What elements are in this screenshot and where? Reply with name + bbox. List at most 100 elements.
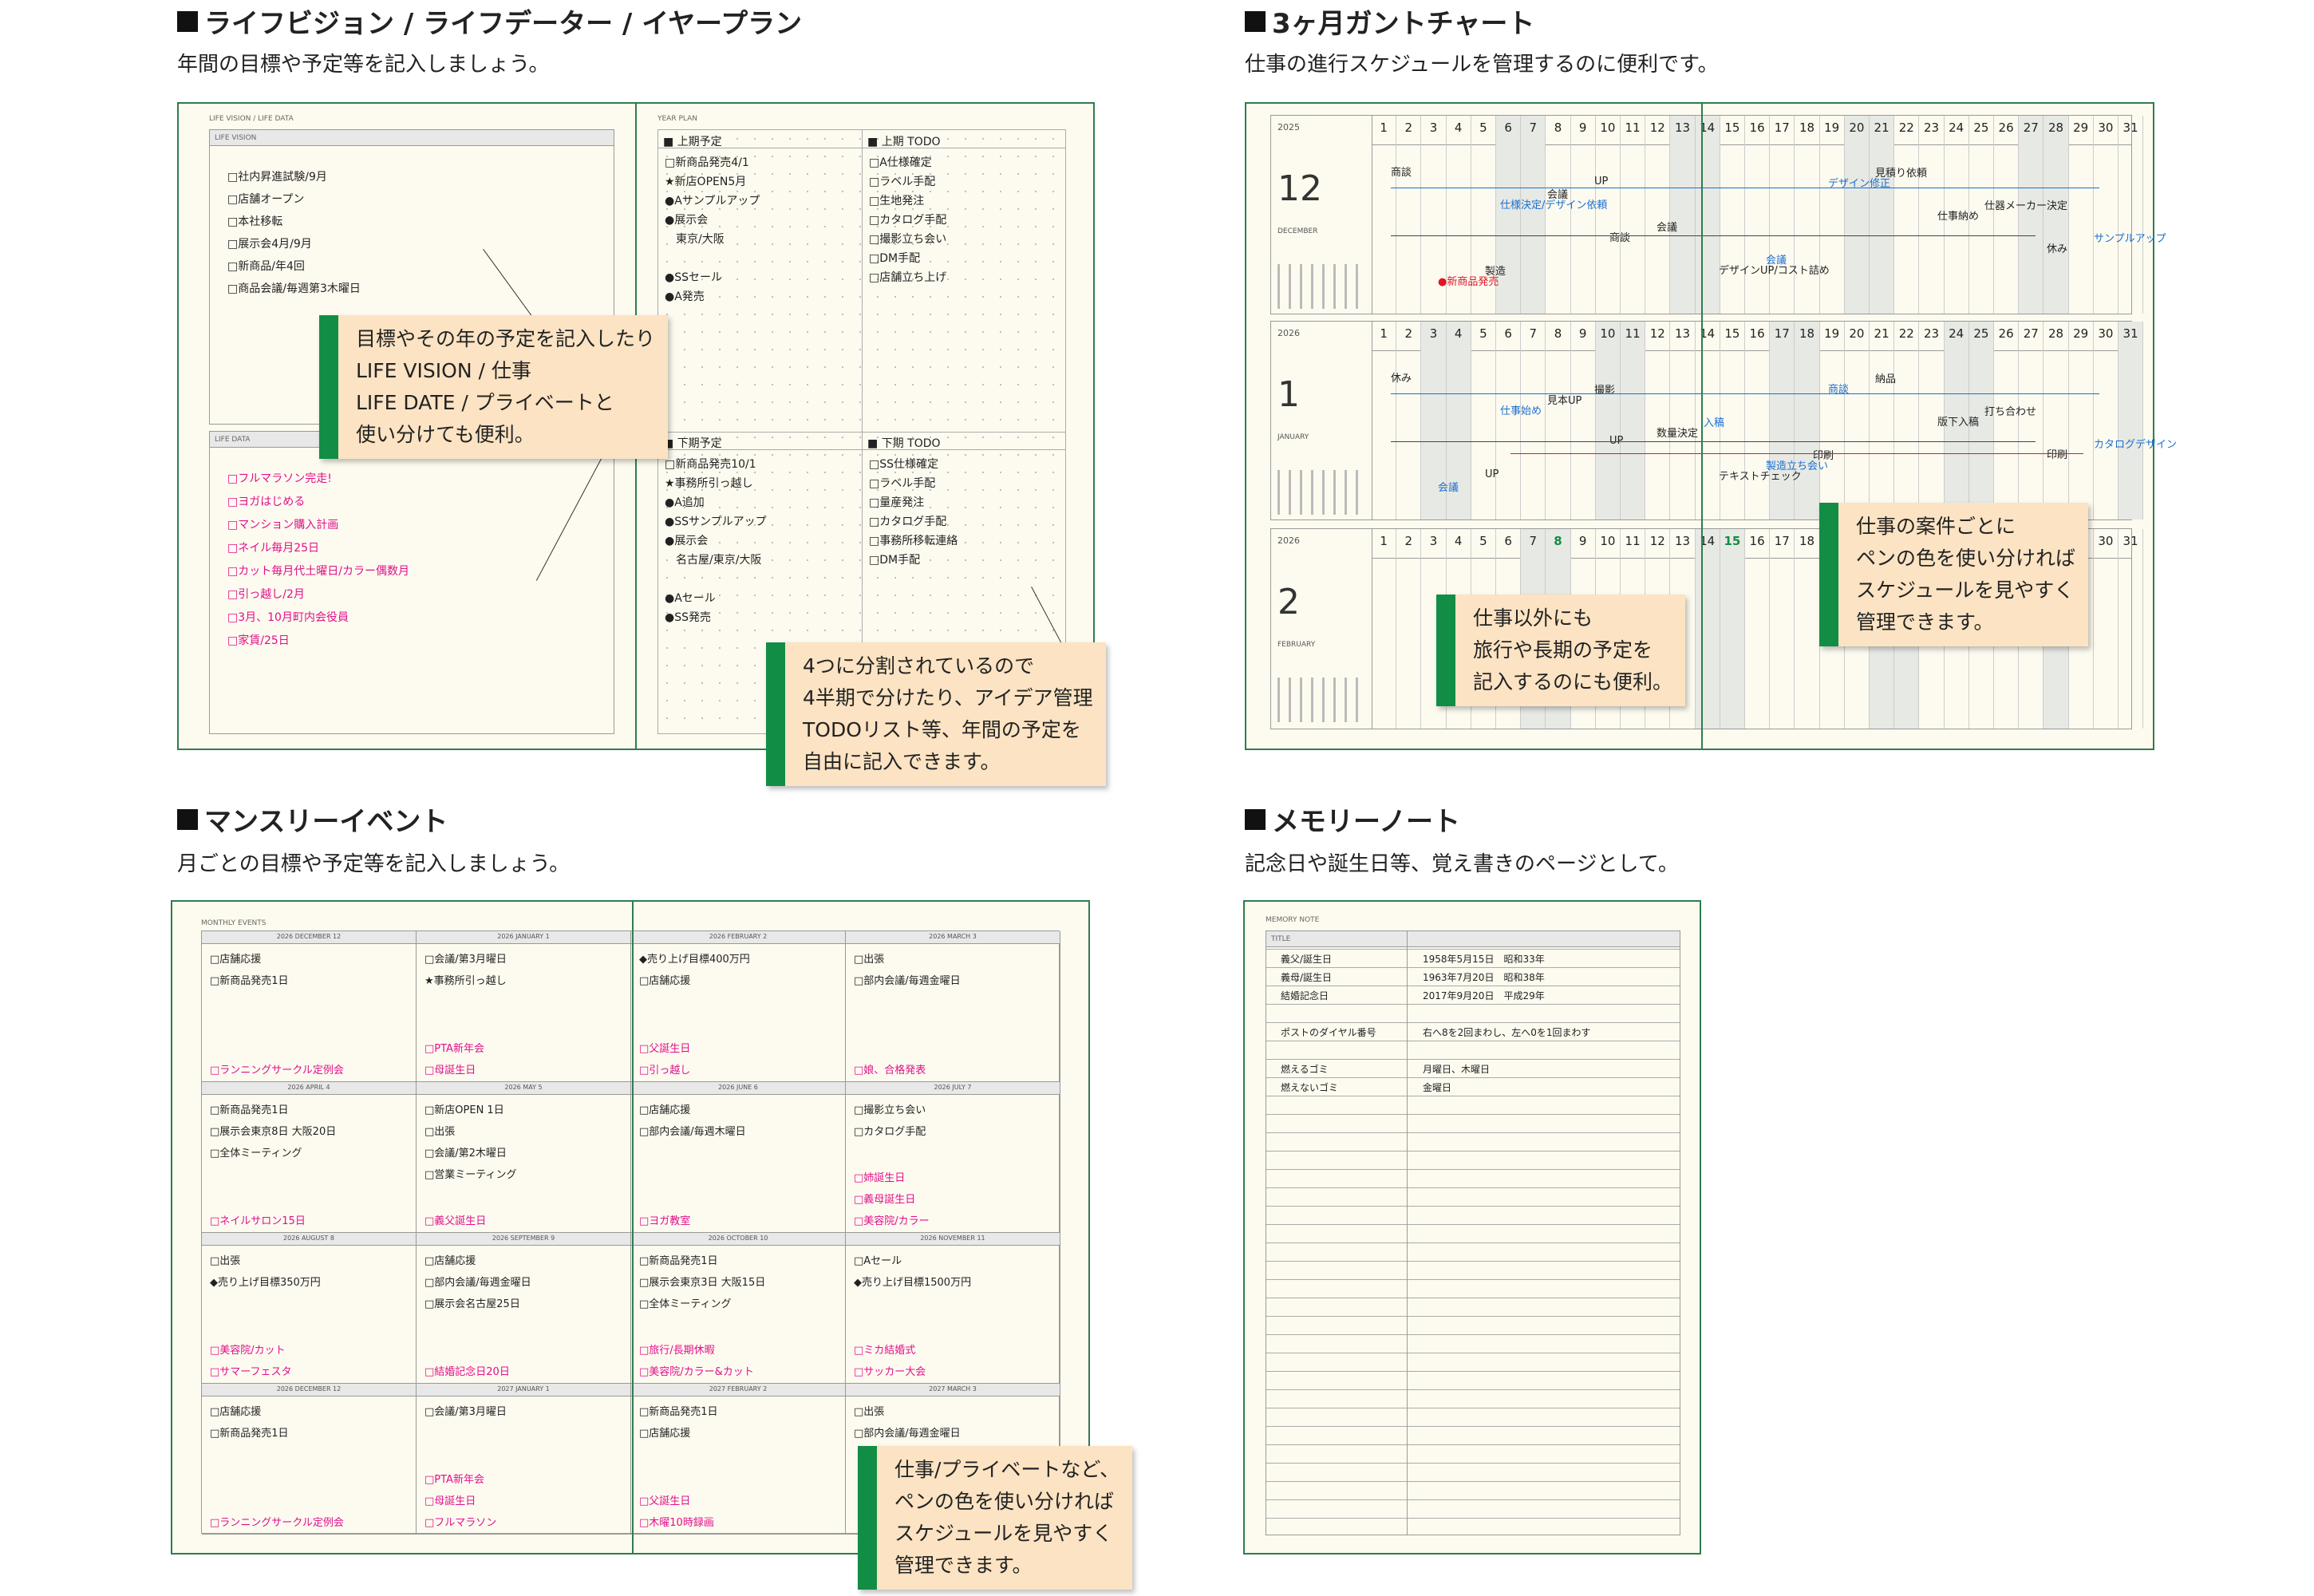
list-item: ●SSサンプルアップ xyxy=(665,516,767,528)
gantt-day-column: 19 xyxy=(1820,322,1845,519)
gantt-day-column: 8 xyxy=(1546,116,1571,314)
square-bullet-icon xyxy=(177,10,198,32)
gantt-note: 商談 xyxy=(1391,167,1412,179)
list-item: □引っ越し/2月 xyxy=(227,588,305,601)
gantt-note: カタログデザイン xyxy=(2094,439,2178,451)
list-item: □生地発注 xyxy=(869,195,925,207)
month-cell-title: 2026 FEBRUARY 2 xyxy=(709,933,768,940)
gantt-day-column: 30 xyxy=(2094,529,2119,729)
month-cell-header: 2026 OCTOBER 10 xyxy=(631,1233,845,1246)
month-item: □会議/第2木曜日 xyxy=(424,1148,507,1159)
month-item: □営業ミーティング xyxy=(424,1169,517,1181)
gantt-day-column: 26 xyxy=(1994,116,2020,314)
gantt-day-number: 13 xyxy=(1674,534,1691,548)
month-item-private: □結婚記念日20日 xyxy=(424,1366,510,1378)
gantt-day-number: 8 xyxy=(1554,120,1562,135)
month-cell: 2026 SEPTEMBER 9 □店舗応援 □部内会議/毎週金曜日 □展示会名古屋2… xyxy=(417,1233,631,1384)
month-item-private: □義父誕生日 xyxy=(424,1215,487,1227)
month-cell-title: 2026 SEPTEMBER 9 xyxy=(492,1235,555,1242)
gantt-day-column: 22 xyxy=(1894,322,1920,519)
gantt-day-number: 28 xyxy=(2047,120,2064,135)
list-item: □家賃/25日 xyxy=(227,634,290,647)
gantt-day-number: 1 xyxy=(1380,120,1388,135)
gantt-note: 入稿 xyxy=(1704,417,1725,429)
month-cell-header: 2026 NOVEMBER 11 xyxy=(846,1233,1060,1246)
month-item: □Aセール xyxy=(854,1255,902,1267)
list-item: □店舗立ち上げ xyxy=(869,271,947,284)
list-item: □量産発注 xyxy=(869,496,925,509)
callout-accent-bar xyxy=(319,315,338,459)
gantt-note: 納品 xyxy=(1875,373,1897,385)
memory-value: 右へ8を2回まわし、左へ0を1回まわす xyxy=(1423,1027,1591,1038)
gantt-day-number: 18 xyxy=(1799,326,1815,341)
gantt-month-name: DECEMBER xyxy=(1277,227,1318,235)
gantt-day-column: 27 xyxy=(2019,116,2044,314)
month-item: □店舗応援 xyxy=(210,954,262,966)
month-item-private: □PTA新年会 xyxy=(424,1043,484,1055)
list-item: □展示会4月/9月 xyxy=(227,238,312,251)
month-cell: 2027 FEBRUARY 2 □新商品発売1日 □店舗応援 □父誕生日 □木曜10時録… xyxy=(631,1384,846,1535)
list-item: □DM手配 xyxy=(869,554,921,567)
gantt-day-number: 20 xyxy=(1849,120,1865,135)
memory-value: 金曜日 xyxy=(1423,1082,1452,1093)
gantt-day-column: 6 xyxy=(1496,322,1522,519)
section-subtitle-monthly: 月ごとの目標や予定等を記入しましょう。 xyxy=(177,852,571,876)
memory-key: ポストのダイヤル番号 xyxy=(1281,1027,1376,1038)
gantt-day-column: 6 xyxy=(1496,116,1522,314)
gantt-day-column: 13 xyxy=(1670,116,1696,314)
gantt-day-number: 12 xyxy=(1649,534,1665,548)
month-item: ◆売り上げ目標400万円 xyxy=(639,954,750,966)
gantt-day-column: 12 xyxy=(1645,322,1671,519)
month-cell-title: 2026 DECEMBER 12 xyxy=(276,933,342,940)
list-item: □SS仕様確定 xyxy=(869,458,939,471)
month-cell: 2026 OCTOBER 10 □新商品発売1日 □展示会東京3日 大阪15日 □全体… xyxy=(631,1233,846,1384)
month-cell-title: 2026 AUGUST 8 xyxy=(283,1235,334,1242)
mini-calendar xyxy=(1277,470,1365,515)
list-item: □3月、10月町内会役員 xyxy=(227,611,349,624)
list-item: □ネイル毎月25日 xyxy=(227,542,320,555)
gantt-day-number: 31 xyxy=(2122,534,2138,548)
gantt-day-number: 20 xyxy=(1849,326,1865,341)
gantt-day-number: 19 xyxy=(1824,326,1840,341)
month-cell: 2026 MARCH 3 □出張 □部内会議/毎週金曜日 □娘、合格発表 xyxy=(846,931,1060,1082)
life-vision-header: LIFE VISION xyxy=(210,130,614,146)
gantt-day-column: 30 xyxy=(2094,116,2119,314)
q1-title: ■ 上期予定 xyxy=(663,136,722,148)
gantt-day-number: 10 xyxy=(1600,120,1616,135)
month-item: □新商品発売1日 xyxy=(639,1255,718,1267)
gantt-day-column: 21 xyxy=(1870,116,1895,314)
gantt-day-number: 7 xyxy=(1529,120,1538,135)
gantt-day-column: 11 xyxy=(1621,116,1646,314)
list-item: □マンション購入計画 xyxy=(227,519,339,531)
gantt-day-number: 13 xyxy=(1674,326,1691,341)
month-cell-title: 2026 JULY 7 xyxy=(934,1084,972,1091)
gantt-day-column: 7 xyxy=(1521,116,1546,314)
gantt-day-number: 18 xyxy=(1799,534,1815,548)
gantt-day-column: 9 xyxy=(1571,322,1596,519)
memory-key: 燃えないゴミ xyxy=(1281,1082,1339,1093)
monthly-header: MONTHLY EVENTS xyxy=(201,919,267,927)
callout-accent-bar xyxy=(1819,503,1838,646)
gantt-day-number: 12 xyxy=(1649,120,1665,135)
callout-accent-bar xyxy=(766,642,785,786)
list-item: □撮影立ち会い xyxy=(869,233,947,246)
list-item: □新商品発売10/1 xyxy=(665,458,756,471)
gantt-day-column: 17 xyxy=(1770,529,1795,729)
list-item: □店舗オープン xyxy=(227,193,305,206)
month-item: □展示会東京3日 大阪15日 xyxy=(639,1277,766,1289)
gantt-day-column: 10 xyxy=(1595,322,1621,519)
gantt-day-number: 9 xyxy=(1578,534,1587,548)
book-spine xyxy=(1701,104,1703,749)
gantt-day-column: 18 xyxy=(1795,116,1820,314)
gantt-note: UP xyxy=(1485,468,1499,480)
list-item: □ラベル手配 xyxy=(869,477,936,490)
month-item-private: □ミカ結婚式 xyxy=(854,1345,916,1357)
month-item: ◆売り上げ目標1500万円 xyxy=(854,1277,972,1289)
month-item: □部内会議/毎週金曜日 xyxy=(424,1277,531,1289)
gantt-day-number: 3 xyxy=(1429,120,1438,135)
month-item: □会議/第3月曜日 xyxy=(424,954,507,966)
month-item: □全体ミーティング xyxy=(210,1148,302,1159)
section-subtitle-gantt: 仕事の進行スケジュールを管理するのに便利です。 xyxy=(1245,53,1719,77)
month-item: □出張 xyxy=(854,954,885,966)
gantt-day-number: 8 xyxy=(1554,326,1562,341)
